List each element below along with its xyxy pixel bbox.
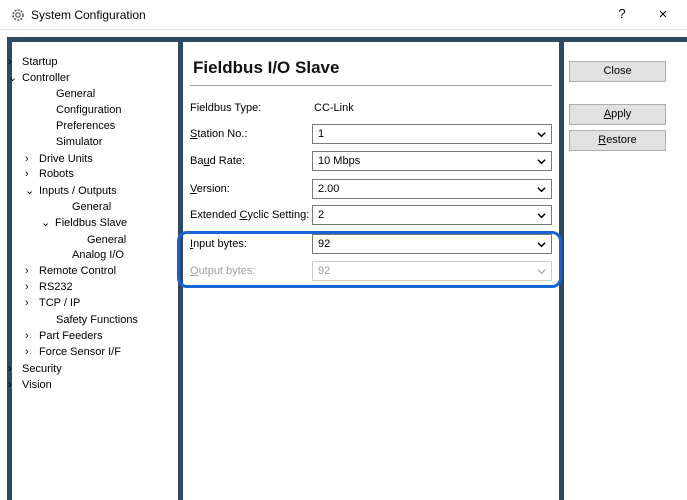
tree-item-label: Controller — [22, 72, 70, 84]
chevron-right-icon[interactable]: › — [25, 167, 39, 181]
chevron-right-icon[interactable]: › — [8, 378, 22, 392]
chevron-right-icon[interactable]: › — [25, 345, 39, 359]
baud-rate-label: Baud Rate: — [190, 155, 246, 167]
title-divider — [190, 85, 552, 86]
tree-item-label: Configuration — [56, 104, 122, 116]
page-title: Fieldbus I/O Slave — [193, 58, 340, 77]
tree-item-rs232[interactable]: › RS232 — [25, 280, 73, 294]
highlight-outline — [177, 231, 562, 288]
tree-item-label: Inputs / Outputs — [39, 185, 117, 197]
fieldbus-type-value: CC-Link — [314, 102, 354, 114]
chevron-right-icon[interactable]: › — [25, 264, 39, 278]
chevron-right-icon[interactable]: › — [8, 362, 22, 376]
chevron-down-icon — [537, 159, 546, 165]
tree-item-controller[interactable]: ⌄ Controller — [8, 71, 70, 85]
baud-rate-value: 10 Mbps — [318, 155, 361, 167]
extended-cyclic-label: Extended Cyclic Setting: — [190, 209, 310, 221]
station-no-combo[interactable]: 1 — [312, 124, 552, 144]
version-value: 2.00 — [318, 183, 340, 195]
tree-item-label: Security — [22, 363, 62, 375]
tree-item-label: Robots — [39, 168, 74, 180]
tree-item-remote-control[interactable]: › Remote Control — [25, 264, 116, 278]
tree-item-label: Startup — [22, 56, 58, 68]
tree-item-drive-units[interactable]: › Drive Units — [25, 152, 93, 166]
tree-item-security[interactable]: › Security — [8, 362, 62, 376]
tree-item-label: Remote Control — [39, 265, 117, 277]
chevron-right-icon[interactable]: › — [8, 55, 22, 69]
tree-item-configuration[interactable]: Configuration — [56, 103, 121, 117]
station-no-value: 1 — [318, 128, 325, 140]
tree-item-fieldbus-slave[interactable]: ⌄ Fieldbus Slave — [41, 216, 127, 230]
tree-item-startup[interactable]: › Startup — [8, 55, 57, 69]
tree-item-label: Preferences — [56, 120, 116, 132]
tree-item-label: General — [87, 234, 127, 246]
chevron-down-icon[interactable]: ⌄ — [8, 71, 22, 85]
tree-item-label: General — [56, 88, 96, 100]
tree-item-controller-general[interactable]: General — [56, 87, 95, 101]
baud-rate-combo[interactable]: 10 Mbps — [312, 151, 552, 171]
tree-item-preferences[interactable]: Preferences — [56, 119, 115, 133]
chevron-down-icon — [537, 213, 546, 219]
tree-item-fieldbus-general[interactable]: General — [87, 233, 126, 247]
tree-item-label: Drive Units — [39, 153, 93, 165]
tree-item-inputs-outputs[interactable]: ⌄ Inputs / Outputs — [25, 184, 117, 198]
tree-item-label: Force Sensor I/F — [39, 346, 121, 358]
tree-item-force-sensor-if[interactable]: › Force Sensor I/F — [25, 345, 121, 359]
apply-button[interactable]: Apply — [569, 104, 666, 125]
chevron-down-icon[interactable]: ⌄ — [41, 216, 55, 230]
close-window-button[interactable]: × — [651, 6, 675, 23]
extended-cyclic-value: 2 — [318, 209, 325, 221]
tree-item-tcp-ip[interactable]: › TCP / IP — [25, 296, 80, 310]
fieldbus-type-label: Fieldbus Type: — [190, 102, 262, 114]
tree-item-label: Analog I/O — [72, 249, 124, 261]
tree-item-io-general[interactable]: General — [72, 200, 111, 214]
tree-item-part-feeders[interactable]: › Part Feeders — [25, 329, 103, 343]
tree-item-label: Part Feeders — [39, 330, 103, 342]
tree-item-safety-functions[interactable]: Safety Functions — [56, 313, 138, 327]
tree-item-label: Fieldbus Slave — [55, 217, 128, 229]
version-combo[interactable]: 2.00 — [312, 179, 552, 199]
chevron-right-icon[interactable]: › — [25, 280, 39, 294]
tree-item-label: RS232 — [39, 281, 73, 293]
restore-button[interactable]: Restore — [569, 130, 666, 151]
chevron-right-icon[interactable]: › — [25, 296, 39, 310]
station-no-label: Station No.: — [190, 128, 248, 140]
help-button[interactable]: ? — [612, 6, 632, 21]
tree-item-label: Safety Functions — [56, 314, 138, 326]
title-bar: System Configuration ? × — [0, 0, 687, 30]
chevron-down-icon[interactable]: ⌄ — [25, 184, 39, 198]
chevron-right-icon[interactable]: › — [25, 329, 39, 343]
window-title: System Configuration — [31, 8, 146, 22]
tree-item-label: TCP / IP — [39, 297, 81, 309]
tree-item-robots[interactable]: › Robots — [25, 167, 74, 181]
tree-item-simulator[interactable]: Simulator — [56, 135, 102, 149]
chevron-right-icon[interactable]: › — [25, 152, 39, 166]
version-label: Version: — [190, 183, 230, 195]
chevron-down-icon — [537, 187, 546, 193]
chevron-down-icon — [537, 132, 546, 138]
extended-cyclic-combo[interactable]: 2 — [312, 205, 552, 225]
tree-item-analog-io[interactable]: Analog I/O — [72, 248, 124, 262]
tree-item-vision[interactable]: › Vision — [8, 378, 52, 392]
close-button[interactable]: Close — [569, 61, 666, 82]
gear-icon — [12, 9, 24, 21]
tree-item-label: Simulator — [56, 136, 103, 148]
tree-item-label: Vision — [22, 379, 52, 391]
tree-item-label: General — [72, 201, 112, 213]
